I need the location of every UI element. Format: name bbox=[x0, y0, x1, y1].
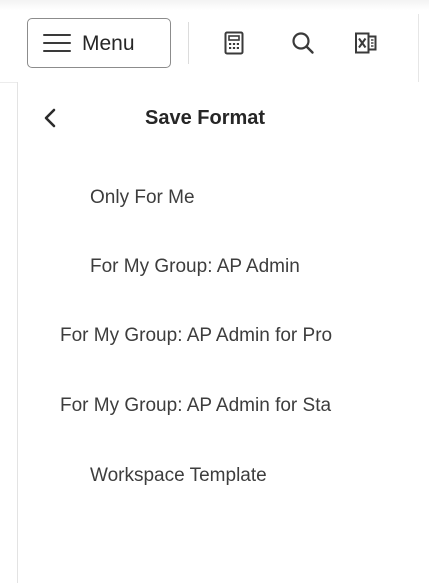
toolbar-shadow bbox=[0, 0, 429, 10]
option-workspace-template[interactable]: Workspace Template bbox=[90, 464, 410, 488]
top-toolbar: Menu bbox=[0, 0, 429, 83]
search-icon[interactable] bbox=[290, 30, 316, 56]
option-only-for-me[interactable]: Only For Me bbox=[90, 186, 410, 210]
save-format-screen: Menu Save Format Only For Me For My Grou… bbox=[0, 0, 429, 583]
toolbar-right-edge bbox=[418, 14, 419, 82]
chevron-left-icon bbox=[44, 108, 56, 128]
option-group-ap-admin[interactable]: For My Group: AP Admin bbox=[90, 255, 410, 279]
excel-export-icon[interactable] bbox=[353, 30, 379, 56]
calculator-icon[interactable] bbox=[221, 30, 247, 56]
back-button[interactable] bbox=[36, 100, 64, 136]
panel-title: Save Format bbox=[145, 107, 266, 129]
option-group-ap-admin-pro[interactable]: For My Group: AP Admin for Pro bbox=[60, 324, 414, 348]
menu-button[interactable]: Menu bbox=[27, 18, 171, 68]
menu-label: Menu bbox=[82, 32, 135, 55]
option-group-ap-admin-sta[interactable]: For My Group: AP Admin for Sta bbox=[60, 394, 414, 418]
hamburger-icon bbox=[43, 34, 71, 52]
toolbar-divider bbox=[188, 22, 189, 64]
